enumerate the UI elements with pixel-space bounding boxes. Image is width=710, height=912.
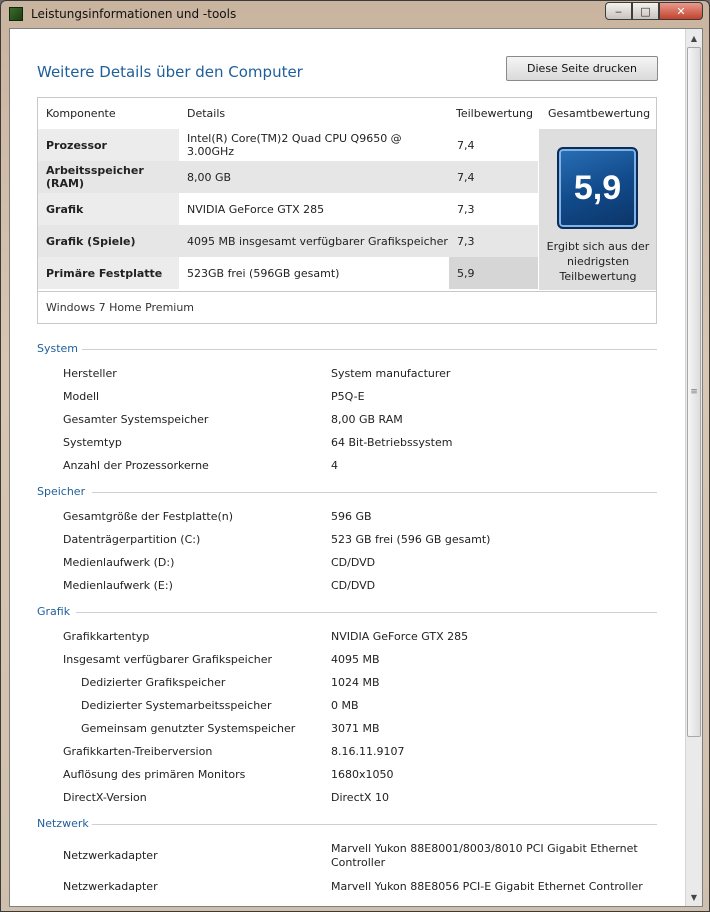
storage-label: Medienlaufwerk (E:) (63, 579, 173, 592)
close-button[interactable]: ✕ (659, 2, 703, 20)
section-title-graphics: Grafik (37, 605, 71, 618)
header-details: Details (187, 107, 226, 120)
window-controls: ‒ □ ✕ (605, 2, 703, 20)
vertical-scrollbar[interactable]: ▲ ≡ ▼ (685, 29, 702, 906)
network-label: Netzwerkadapter (63, 880, 158, 893)
system-label: Gesamter Systemspeicher (63, 413, 209, 426)
subscore-cell: 7,4 (457, 138, 475, 152)
table-row: Prozessor Intel(R) Core(TM)2 Quad CPU Q9… (38, 129, 538, 161)
graphics-label: Dedizierter Systemarbeitsspeicher (81, 699, 272, 712)
system-value: 64 Bit-Betriebssystem (331, 436, 453, 449)
section-title-network: Netzwerk (37, 817, 89, 830)
graphics-value: 3071 MB (331, 722, 380, 735)
base-score-badge: 5,9 (557, 147, 638, 229)
section-title-storage: Speicher (37, 485, 86, 498)
scroll-down-icon[interactable]: ▼ (686, 889, 702, 905)
table-row: Primäre Festplatte 523GB frei (596GB ges… (38, 257, 538, 289)
graphics-value: 1680x1050 (331, 768, 394, 781)
subscore-cell: 7,3 (457, 202, 475, 216)
subscore-cell: 7,3 (449, 225, 538, 257)
network-label: Netzwerkadapter (63, 849, 158, 862)
window-frame: Leistungsinformationen und -tools ‒ □ ✕ … (0, 0, 710, 912)
title-bar[interactable]: Leistungsinformationen und -tools ‒ □ ✕ (1, 1, 709, 28)
subscore-cell: 7,4 (449, 161, 538, 193)
details-cell: 8,00 GB (179, 161, 449, 193)
graphics-label: Grafikkartentyp (63, 630, 150, 643)
graphics-value: 4095 MB (331, 653, 380, 666)
storage-value: 596 GB (331, 510, 372, 523)
graphics-label: Gemeinsam genutzter Systemspeicher (81, 722, 296, 735)
header-subscore: Teilbewertung (456, 107, 534, 120)
table-row: Grafik (Spiele) 4095 MB insgesamt verfüg… (38, 225, 538, 257)
header-component: Komponente (46, 107, 116, 120)
graphics-label: Insgesamt verfügbarer Grafikspeicher (63, 653, 273, 666)
graphics-value: DirectX 10 (331, 791, 389, 804)
scroll-thumb[interactable]: ≡ (687, 47, 701, 737)
storage-label: Medienlaufwerk (D:) (63, 556, 175, 569)
table-header: Komponente Details Teilbewertung Gesamtb… (38, 98, 656, 128)
section-divider (92, 824, 657, 825)
window-title: Leistungsinformationen und -tools (31, 7, 237, 21)
graphics-label: DirectX-Version (63, 791, 147, 804)
storage-label: Gesamtgröße der Festplatte(n) (63, 510, 234, 523)
system-label: Hersteller (63, 367, 117, 380)
component-cell: Grafik (38, 193, 179, 225)
network-value: Marvell Yukon 88E8056 PCI-E Gigabit Ethe… (331, 880, 643, 893)
os-edition: Windows 7 Home Premium (38, 291, 656, 323)
section-divider (92, 492, 657, 493)
print-page-button[interactable]: Diese Seite drucken (506, 56, 658, 81)
system-label: Modell (63, 390, 100, 403)
component-cell: Arbeitsspeicher (RAM) (38, 161, 179, 193)
app-icon (9, 7, 23, 21)
header-total: Gesamtbewertung (548, 107, 651, 120)
graphics-label: Dedizierter Grafikspeicher (81, 676, 226, 689)
component-cell: Primäre Festplatte (38, 257, 179, 289)
network-value: Marvell Yukon 88E8001/8003/8010 PCI Giga… (331, 842, 638, 869)
storage-value: CD/DVD (331, 556, 376, 569)
section-title-system: System (37, 342, 79, 355)
details-cell: 523GB frei (596GB gesamt) (187, 266, 340, 280)
details-cell: 4095 MB insgesamt verfügbarer Grafikspei… (179, 225, 449, 257)
storage-value: 523 GB frei (596 GB gesamt) (331, 533, 491, 546)
component-cell: Prozessor (38, 129, 179, 161)
minimize-button[interactable]: ‒ (605, 2, 632, 20)
grip-icon: ≡ (690, 387, 698, 397)
scroll-up-icon[interactable]: ▲ (686, 30, 702, 46)
storage-label: Datenträgerpartition (C:) (63, 533, 201, 546)
graphics-value: 1024 MB (331, 676, 380, 689)
system-value: P5Q-E (331, 390, 365, 403)
total-score-caption: Ergibt sich aus der niedrigsten Teilbewe… (546, 240, 650, 283)
graphics-label: Auflösung des primären Monitors (63, 768, 246, 781)
page-title: Weitere Details über den Computer (37, 63, 303, 81)
maximize-button[interactable]: □ (632, 2, 659, 20)
graphics-label: Grafikkarten-Treiberversion (63, 745, 213, 758)
graphics-value: 0 MB (331, 699, 359, 712)
content-area: Weitere Details über den Computer Diese … (9, 28, 703, 907)
system-value: 8,00 GB RAM (331, 413, 403, 426)
details-cell: Intel(R) Core(TM)2 Quad CPU Q9650 @ 3.00… (187, 132, 402, 158)
system-label: Anzahl der Prozessorkerne (63, 459, 209, 472)
graphics-value: 8.16.11.9107 (331, 745, 405, 758)
system-value: System manufacturer (331, 367, 451, 380)
component-cell: Grafik (Spiele) (38, 225, 179, 257)
graphics-value: NVIDIA GeForce GTX 285 (331, 630, 469, 643)
total-score-panel: 5,9 Ergibt sich aus der niedrigsten Teil… (539, 129, 656, 290)
section-divider (76, 612, 657, 613)
details-cell: NVIDIA GeForce GTX 285 (187, 202, 325, 216)
section-divider (82, 349, 657, 350)
subscore-cell-lowest: 5,9 (449, 257, 538, 289)
table-row: Arbeitsspeicher (RAM) 8,00 GB 7,4 (38, 161, 538, 193)
storage-value: CD/DVD (331, 579, 376, 592)
system-label: Systemtyp (63, 436, 122, 449)
table-row: Grafik NVIDIA GeForce GTX 285 7,3 (38, 193, 538, 225)
system-value: 4 (331, 459, 338, 472)
score-table: Komponente Details Teilbewertung Gesamtb… (37, 97, 657, 324)
